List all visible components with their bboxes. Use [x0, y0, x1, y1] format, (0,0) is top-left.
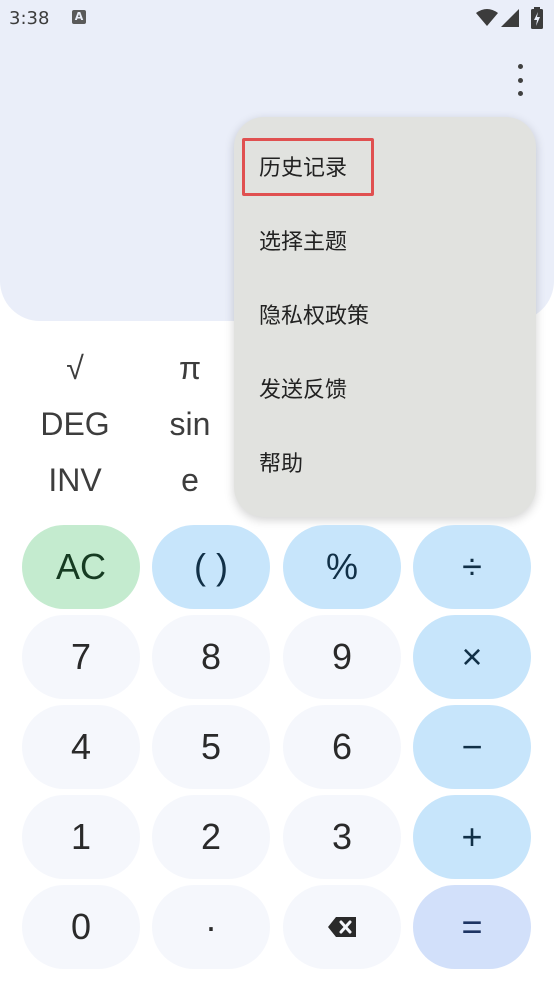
- digit-7-button[interactable]: 7: [22, 615, 140, 699]
- e-button[interactable]: e: [135, 462, 245, 499]
- menu-item-history[interactable]: 历史记录: [234, 139, 536, 199]
- equals-button[interactable]: =: [413, 885, 531, 969]
- more-dot: [517, 91, 523, 96]
- minus-button[interactable]: −: [413, 705, 531, 789]
- pi-button[interactable]: π: [135, 350, 245, 387]
- decimal-button[interactable]: ·: [152, 885, 270, 969]
- menu-item-help[interactable]: 帮助: [234, 435, 536, 495]
- deg-button[interactable]: DEG: [20, 406, 130, 443]
- wifi-icon: [476, 9, 498, 26]
- more-dot: [517, 77, 523, 83]
- backspace-icon: [328, 917, 356, 937]
- divide-button[interactable]: ÷: [413, 525, 531, 609]
- digit-9-button[interactable]: 9: [283, 615, 401, 699]
- signal-icon: [501, 9, 519, 27]
- more-vert-icon[interactable]: [507, 64, 533, 96]
- more-dot: [517, 64, 523, 69]
- overflow-menu: 历史记录 选择主题 隐私权政策 发送反馈 帮助: [234, 117, 536, 517]
- plus-button[interactable]: +: [413, 795, 531, 879]
- status-bar: 3:38 A: [0, 0, 554, 40]
- digit-3-button[interactable]: 3: [283, 795, 401, 879]
- menu-item-send-feedback[interactable]: 发送反馈: [234, 361, 536, 421]
- menu-item-choose-theme[interactable]: 选择主题: [234, 213, 536, 273]
- digit-6-button[interactable]: 6: [283, 705, 401, 789]
- clear-button[interactable]: AC: [22, 525, 140, 609]
- sqrt-button[interactable]: √: [20, 350, 130, 387]
- digit-4-button[interactable]: 4: [22, 705, 140, 789]
- multiply-button[interactable]: ×: [413, 615, 531, 699]
- digit-8-button[interactable]: 8: [152, 615, 270, 699]
- battery-charging-icon: [531, 7, 543, 29]
- parentheses-button[interactable]: ( ): [152, 525, 270, 609]
- status-time: 3:38: [9, 8, 50, 29]
- digit-0-button[interactable]: 0: [22, 885, 140, 969]
- menu-item-privacy-policy[interactable]: 隐私权政策: [234, 287, 536, 347]
- notification-app-icon: A: [72, 10, 86, 24]
- digit-5-button[interactable]: 5: [152, 705, 270, 789]
- digit-1-button[interactable]: 1: [22, 795, 140, 879]
- sin-button[interactable]: sin: [135, 406, 245, 443]
- backspace-button[interactable]: [283, 885, 401, 969]
- percent-button[interactable]: %: [283, 525, 401, 609]
- calculator-screen: 3:38 A √ π DEG sin INV e 历史记录 选择主题 隐私权政策…: [0, 0, 554, 984]
- digit-2-button[interactable]: 2: [152, 795, 270, 879]
- inv-button[interactable]: INV: [20, 462, 130, 499]
